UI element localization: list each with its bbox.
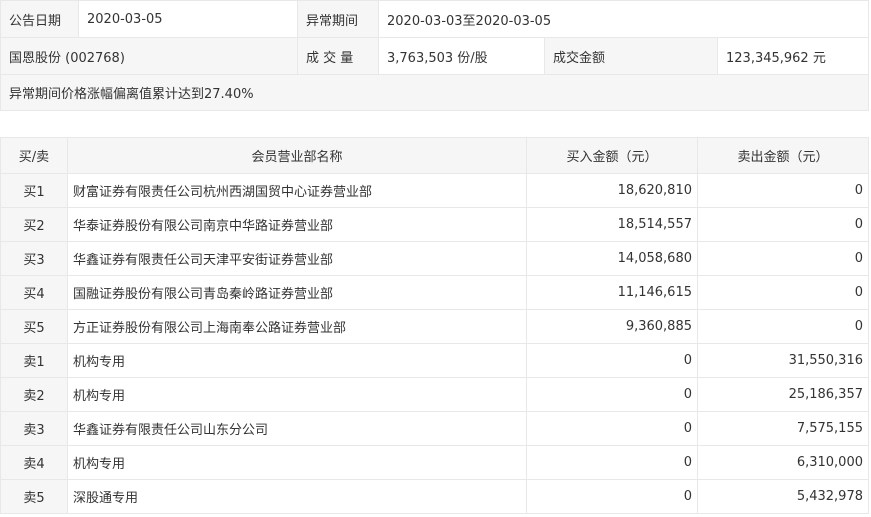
- row-sell-amount: 31,550,316: [697, 343, 869, 378]
- row-buy-amount: 0: [526, 343, 698, 378]
- table-row: 买4 国融证券股份有限公司青岛秦岭路证券营业部 11,146,615 0: [0, 275, 869, 310]
- row-sell-amount: 6,310,000: [697, 445, 869, 480]
- row-side: 卖4: [0, 445, 68, 480]
- row-sell-amount: 5,432,978: [697, 479, 869, 514]
- row-buy-amount: 9,360,885: [526, 309, 698, 344]
- row-buy-amount: 11,146,615: [526, 275, 698, 310]
- amount-label: 成交金额: [544, 37, 718, 75]
- row-buy-amount: 18,620,810: [526, 173, 698, 208]
- trading-seats-table: 买/卖 会员营业部名称 买入金额（元） 卖出金额（元） 买1 财富证券有限责任公…: [0, 137, 869, 514]
- row-sell-amount: 0: [697, 207, 869, 242]
- sell-amount-column-header: 卖出金额（元）: [697, 137, 869, 174]
- row-side: 买3: [0, 241, 68, 276]
- row-branch-name: 方正证券股份有限公司上海南奉公路证券营业部: [67, 309, 527, 344]
- announce-date-value: 2020-03-05: [78, 0, 298, 38]
- table-row: 卖2 机构专用 0 25,186,357: [0, 377, 869, 412]
- side-column-header: 买/卖: [0, 137, 68, 174]
- stock-info-table: 公告日期 2020-03-05 异常期间 2020-03-03至2020-03-…: [0, 0, 870, 111]
- row-sell-amount: 0: [697, 309, 869, 344]
- amount-value: 123,345,962 元: [716, 37, 870, 75]
- deviation-note: 异常期间价格涨幅偏离值累计达到27.40%: [0, 74, 870, 111]
- row-side: 卖5: [0, 479, 68, 514]
- row-side: 买4: [0, 275, 68, 310]
- announce-date-label: 公告日期: [0, 0, 79, 38]
- row-sell-amount: 0: [697, 241, 869, 276]
- row-branch-name: 深股通专用: [67, 479, 527, 514]
- row-buy-amount: 0: [526, 377, 698, 412]
- row-branch-name: 机构专用: [67, 445, 527, 480]
- row-sell-amount: 25,186,357: [697, 377, 869, 412]
- buy-amount-column-header: 买入金额（元）: [526, 137, 698, 174]
- row-sell-amount: 7,575,155: [697, 411, 869, 446]
- row-side: 买2: [0, 207, 68, 242]
- volume-value: 3,763,503 份/股: [378, 37, 545, 75]
- row-branch-name: 华鑫证券有限责任公司天津平安街证券营业部: [67, 241, 527, 276]
- stock-name-code: 国恩股份 (002768): [0, 37, 298, 75]
- row-sell-amount: 0: [697, 173, 869, 208]
- row-branch-name: 财富证券有限责任公司杭州西湖国贸中心证券营业部: [67, 173, 527, 208]
- row-sell-amount: 0: [697, 275, 869, 310]
- row-buy-amount: 14,058,680: [526, 241, 698, 276]
- table-row: 买1 财富证券有限责任公司杭州西湖国贸中心证券营业部 18,620,810 0: [0, 173, 869, 208]
- volume-label: 成 交 量: [297, 37, 379, 75]
- table-row: 卖3 华鑫证券有限责任公司山东分公司 0 7,575,155: [0, 411, 869, 446]
- row-branch-name: 华泰证券股份有限公司南京中华路证券营业部: [67, 207, 527, 242]
- row-side: 卖1: [0, 343, 68, 378]
- row-side: 买1: [0, 173, 68, 208]
- row-side: 卖3: [0, 411, 68, 446]
- branch-name-column-header: 会员营业部名称: [67, 137, 527, 174]
- row-buy-amount: 0: [526, 445, 698, 480]
- row-side: 买5: [0, 309, 68, 344]
- table-row: 买3 华鑫证券有限责任公司天津平安街证券营业部 14,058,680 0: [0, 241, 869, 276]
- table-row: 卖5 深股通专用 0 5,432,978: [0, 479, 869, 514]
- row-buy-amount: 18,514,557: [526, 207, 698, 242]
- table-row: 买2 华泰证券股份有限公司南京中华路证券营业部 18,514,557 0: [0, 207, 869, 242]
- table-row: 买5 方正证券股份有限公司上海南奉公路证券营业部 9,360,885 0: [0, 309, 869, 344]
- row-buy-amount: 0: [526, 479, 698, 514]
- row-branch-name: 华鑫证券有限责任公司山东分公司: [67, 411, 527, 446]
- row-branch-name: 机构专用: [67, 377, 527, 412]
- row-buy-amount: 0: [526, 411, 698, 446]
- table-row: 卖1 机构专用 0 31,550,316: [0, 343, 869, 378]
- abnormal-period-value: 2020-03-03至2020-03-05: [377, 0, 870, 38]
- table-header-row: 买/卖 会员营业部名称 买入金额（元） 卖出金额（元）: [0, 137, 869, 174]
- table-row: 卖4 机构专用 0 6,310,000: [0, 445, 869, 480]
- row-side: 卖2: [0, 377, 68, 412]
- abnormal-period-label: 异常期间: [297, 0, 379, 38]
- row-branch-name: 机构专用: [67, 343, 527, 378]
- row-branch-name: 国融证券股份有限公司青岛秦岭路证券营业部: [67, 275, 527, 310]
